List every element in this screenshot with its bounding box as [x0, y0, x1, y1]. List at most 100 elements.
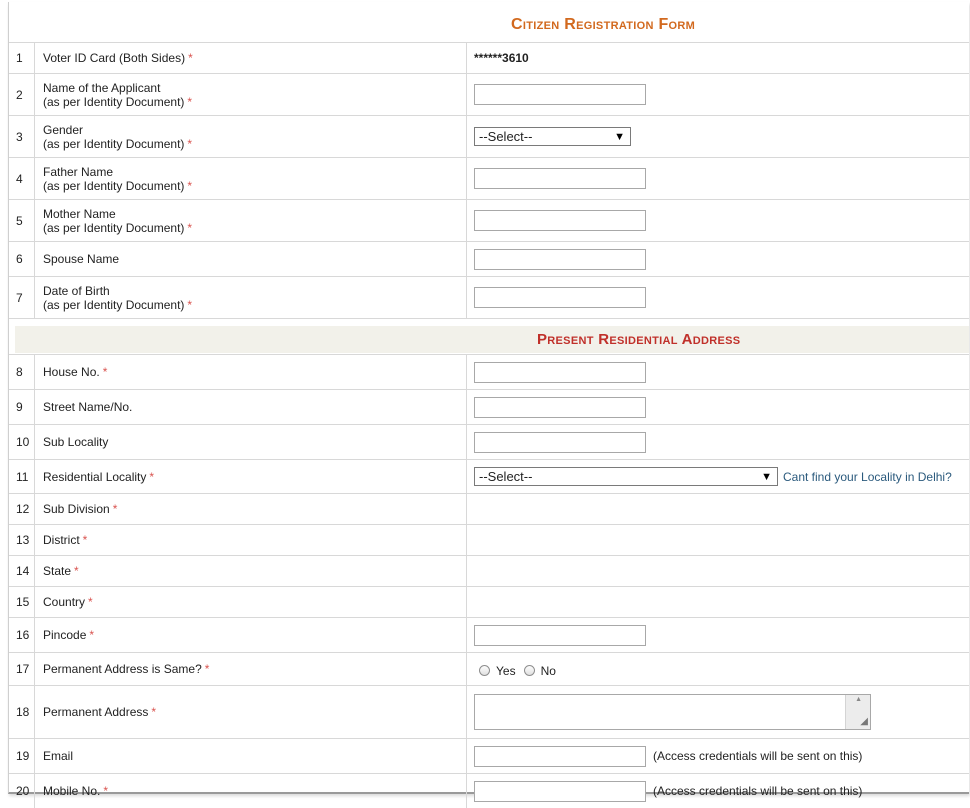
date-of-birth-input[interactable]	[474, 287, 646, 308]
registration-form: Citizen Registration Form 1 Voter ID Car…	[8, 2, 969, 808]
row-number: 19	[9, 739, 35, 773]
row-number: 8	[9, 355, 35, 389]
spouse-name-input[interactable]	[474, 248, 646, 270]
required-mark: *	[89, 628, 95, 642]
field-label: Street Name/No.	[43, 400, 133, 414]
mother-name-input[interactable]	[474, 210, 646, 231]
resize-grip-icon[interactable]: ◢	[860, 717, 868, 727]
row-number: 7	[9, 277, 35, 318]
form-row: 18 Permanent Address * ▲ ◢	[9, 686, 969, 739]
form-row: 13 District *	[9, 525, 969, 556]
field-sublabel: (as per Identity Document)	[43, 297, 185, 312]
field-label: State	[43, 564, 72, 578]
radio-no-label: No	[540, 663, 556, 678]
form-row: 15 Country *	[9, 587, 969, 618]
required-mark: *	[112, 502, 118, 516]
gender-select[interactable]: --Select-- ▼	[474, 127, 631, 146]
form-row: 11 Residential Locality * --Select-- ▼ Ca…	[9, 460, 969, 494]
sub-division-value	[467, 494, 969, 524]
required-mark: *	[187, 94, 193, 109]
row-number: 13	[9, 525, 35, 555]
row-number: 20	[9, 774, 35, 808]
form-row: 16 Pincode *	[9, 618, 969, 653]
form-row: 1 Voter ID Card (Both Sides) * ******3610	[9, 43, 969, 74]
row-number: 15	[9, 587, 35, 617]
row-number: 3	[9, 116, 35, 157]
applicant-name-input[interactable]	[474, 84, 646, 105]
sub-locality-input[interactable]	[474, 431, 646, 453]
required-mark: *	[187, 178, 193, 193]
gender-select-value: --Select--	[479, 129, 533, 144]
section-header: Present Residential Address	[9, 319, 969, 355]
row-number: 2	[9, 74, 35, 115]
field-sublabel: (as per Identity Document)	[43, 220, 185, 235]
row-number: 14	[9, 556, 35, 586]
cant-find-locality-link[interactable]: Cant find your Locality in Delhi?	[783, 470, 952, 484]
form-row: 7 Date of Birth (as per Identity Documen…	[9, 277, 969, 319]
form-row: 14 State *	[9, 556, 969, 587]
required-mark: *	[204, 662, 210, 676]
row-number: 17	[9, 653, 35, 685]
field-sublabel: (as per Identity Document)	[43, 136, 185, 151]
house-no-input[interactable]	[474, 361, 646, 383]
field-label: Sub Division	[43, 502, 110, 516]
row-number: 5	[9, 200, 35, 241]
field-label: Country	[43, 595, 86, 609]
form-row: 4 Father Name (as per Identity Document)…	[9, 158, 969, 200]
row-number: 12	[9, 494, 35, 524]
form-title: Citizen Registration Form	[511, 16, 696, 33]
locality-select-value: --Select--	[479, 469, 533, 484]
pincode-input[interactable]	[474, 624, 646, 646]
field-label: Mother Name	[43, 206, 116, 221]
form-row: 3 Gender (as per Identity Document) * --S…	[9, 116, 969, 158]
row-number: 6	[9, 242, 35, 276]
field-label: District	[43, 533, 80, 547]
radio-no[interactable]	[523, 665, 535, 676]
required-mark: *	[187, 220, 193, 235]
row-number: 10	[9, 425, 35, 459]
mobile-hint: (Access credentials will be sent on this…	[653, 784, 863, 798]
form-row: 9 Street Name/No.	[9, 390, 969, 425]
row-number: 1	[9, 43, 35, 73]
email-input[interactable]	[474, 745, 646, 767]
scroll-up-icon[interactable]: ▲	[855, 696, 862, 703]
father-name-input[interactable]	[474, 168, 646, 189]
state-value	[467, 556, 969, 586]
residential-locality-select[interactable]: --Select-- ▼	[474, 467, 778, 486]
triangle-down-icon: ▼	[761, 470, 772, 483]
required-mark: *	[187, 136, 193, 151]
required-mark: *	[149, 469, 155, 484]
form-row: 8 House No. *	[9, 355, 969, 390]
field-label: Pincode	[43, 628, 87, 642]
permanent-address-textarea[interactable]: ▲ ◢	[474, 694, 871, 730]
field-sublabel: (as per Identity Document)	[43, 178, 185, 193]
field-label: Date of Birth	[43, 283, 110, 298]
required-mark: *	[151, 705, 157, 719]
section-title: Present Residential Address	[537, 331, 741, 348]
street-name-input[interactable]	[474, 396, 646, 418]
field-label: Name of the Applicant	[43, 80, 161, 95]
form-row: 20 Mobile No. * (Access credentials will …	[9, 774, 969, 808]
required-mark: *	[102, 365, 108, 379]
field-label: Mobile No.	[43, 784, 101, 798]
radio-yes-label: Yes	[496, 663, 516, 678]
form-row: 12 Sub Division *	[9, 494, 969, 525]
field-label: Gender	[43, 122, 84, 137]
field-sublabel: (as per Identity Document)	[43, 94, 185, 109]
email-hint: (Access credentials will be sent on this…	[653, 749, 863, 763]
radio-yes[interactable]	[479, 665, 490, 676]
row-number: 4	[9, 158, 35, 199]
field-label: Permanent Address	[43, 705, 149, 719]
row-number: 11	[9, 460, 35, 493]
district-value	[467, 525, 969, 555]
mobile-input[interactable]	[474, 780, 646, 802]
required-mark: *	[82, 533, 88, 547]
voter-id-value: ******3610	[474, 51, 529, 65]
required-mark: *	[74, 564, 79, 578]
field-label: Permanent Address is Same?	[43, 662, 202, 676]
triangle-down-icon: ▼	[614, 130, 625, 143]
field-label: Sub Locality	[43, 435, 109, 449]
form-row: 6 Spouse Name	[9, 242, 969, 277]
field-label: Voter ID Card (Both Sides)	[43, 51, 186, 65]
field-label: Father Name	[43, 164, 114, 179]
